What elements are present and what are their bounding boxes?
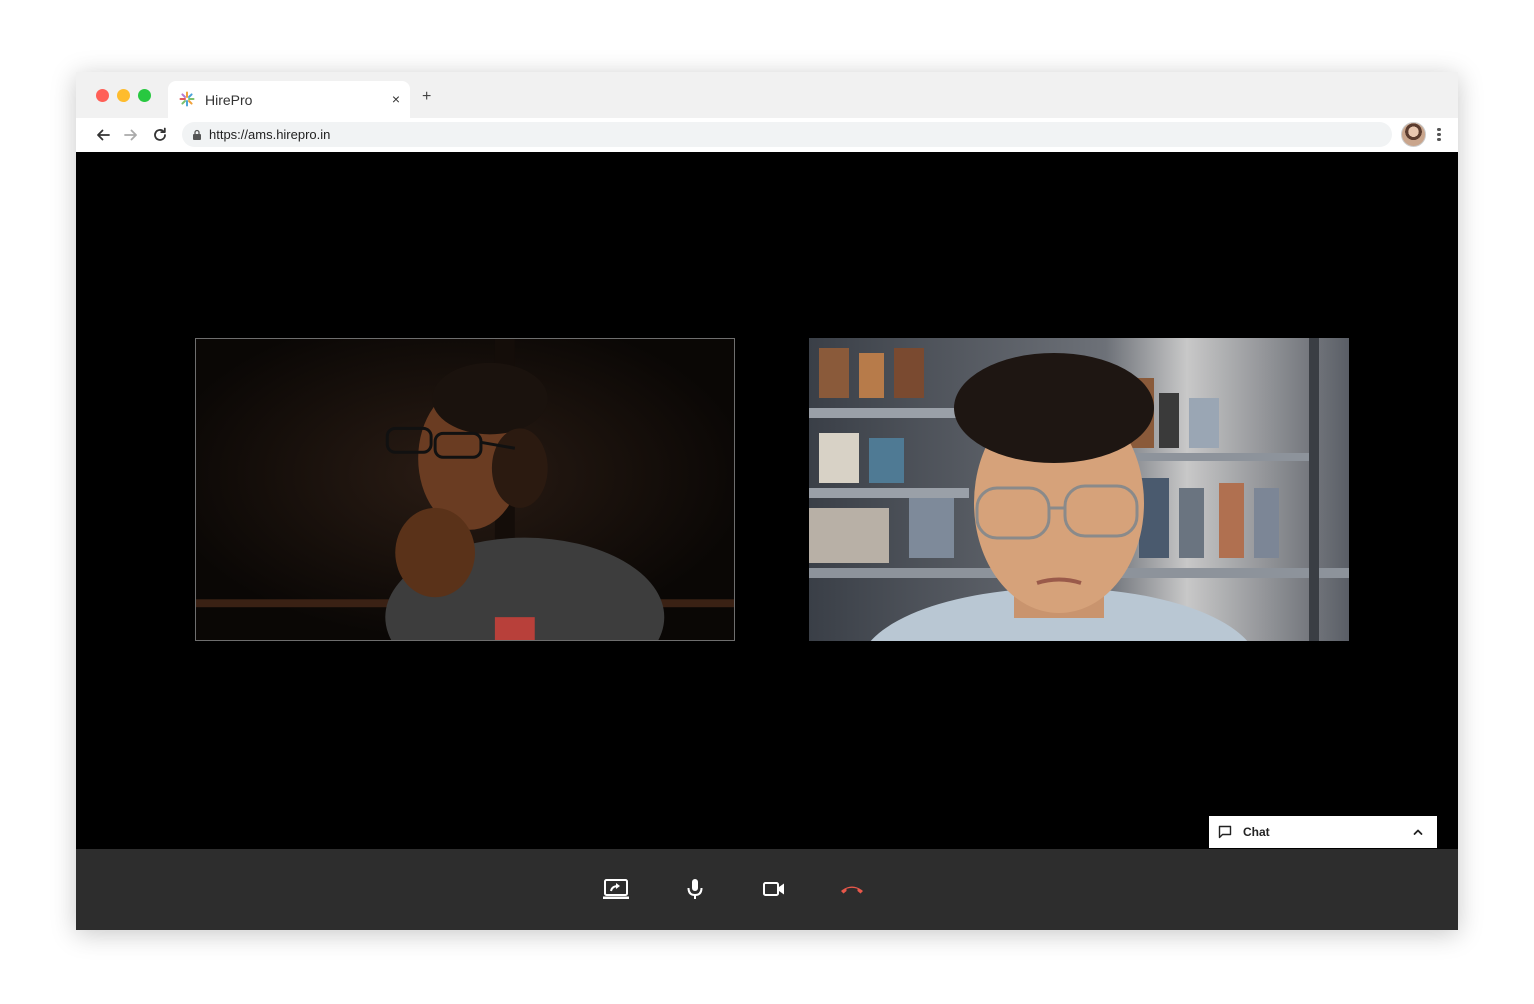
participant-video-left xyxy=(195,338,735,641)
tab-hirepro[interactable]: HirePro × xyxy=(168,81,410,118)
call-end-icon xyxy=(841,886,863,894)
hirepro-logo-icon xyxy=(179,91,195,107)
minimize-window-button[interactable] xyxy=(117,89,130,102)
meeting-stage: Chat xyxy=(76,152,1458,849)
present-screen-icon xyxy=(603,879,629,899)
mic-icon xyxy=(687,879,703,899)
hang-up-button[interactable] xyxy=(839,878,865,900)
forward-arrow-icon[interactable] xyxy=(122,126,140,144)
address-bar-row: https://ams.hirepro.in xyxy=(76,118,1458,152)
chat-panel-toggle[interactable]: Chat xyxy=(1209,816,1437,848)
url-text: https://ams.hirepro.in xyxy=(209,127,331,142)
chevron-up-icon[interactable] xyxy=(1412,826,1424,838)
back-arrow-icon[interactable] xyxy=(94,126,112,144)
chat-label: Chat xyxy=(1243,825,1270,839)
close-window-button[interactable] xyxy=(96,89,109,102)
tab-title: HirePro xyxy=(205,92,253,108)
videocam-icon xyxy=(763,882,784,896)
camera-button[interactable] xyxy=(761,878,787,900)
new-tab-button[interactable]: + xyxy=(422,89,431,105)
profile-avatar[interactable] xyxy=(1401,122,1426,147)
maximize-window-button[interactable] xyxy=(138,89,151,102)
more-vert-icon[interactable] xyxy=(1434,126,1444,144)
url-field[interactable]: https://ams.hirepro.in xyxy=(182,122,1392,147)
browser-window: HirePro × + https://ams.hirepro.in Chat xyxy=(76,72,1458,930)
close-tab-icon[interactable]: × xyxy=(392,90,400,108)
participant-video-right xyxy=(809,338,1349,641)
reload-icon[interactable] xyxy=(151,126,169,144)
share-screen-button[interactable] xyxy=(603,878,629,900)
tab-strip: HirePro × + xyxy=(76,72,1458,118)
call-controls-bar xyxy=(76,849,1458,930)
chat-bubble-icon xyxy=(1218,825,1232,839)
microphone-button[interactable] xyxy=(682,878,708,900)
lock-icon xyxy=(193,129,201,140)
